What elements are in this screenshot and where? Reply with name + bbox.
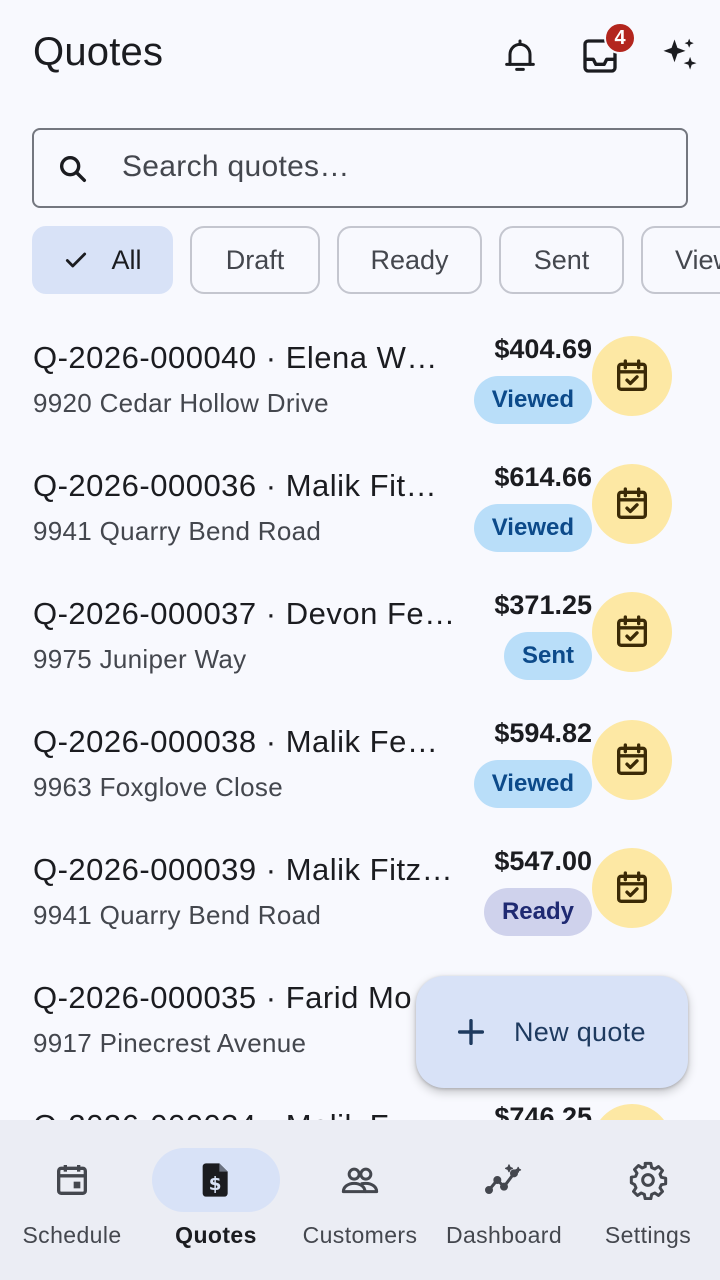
filter-chip-viewed[interactable]: Viewed: [641, 226, 720, 294]
inbox-button[interactable]: 4: [576, 22, 636, 80]
quote-amount: $614.66: [494, 462, 592, 492]
quote-address: 9963 Foxglove Close: [33, 772, 283, 802]
bottom-navigation: Schedule $ Quotes Customers Dashboard Se…: [0, 1120, 720, 1280]
page-title: Quotes: [33, 30, 164, 74]
quote-address: 9941 Quarry Bend Road: [33, 900, 322, 930]
nav-item-dashboard[interactable]: Dashboard: [432, 1120, 576, 1280]
status-badge: Viewed: [473, 504, 592, 552]
notifications-button[interactable]: [496, 32, 544, 80]
event-available-icon: [617, 743, 647, 775]
insights-icon: [485, 1164, 522, 1194]
scheduled-avatar: [592, 848, 672, 928]
quote-row[interactable]: Q-2026-000036 · Malik Fit… 9941 Quarry B…: [0, 440, 720, 568]
nav-label: Dashboard: [445, 1222, 563, 1248]
nav-label: Quotes: [175, 1222, 257, 1248]
quote-title: Q-2026-000034 · Malik F: [33, 1108, 453, 1120]
filter-chip-all[interactable]: All: [32, 226, 173, 294]
quote-row[interactable]: Q-2026-000037 · Devon Fe… 9975 Juniper W…: [0, 568, 720, 696]
event-available-icon: [617, 615, 647, 647]
quote-amount: $746.25: [494, 1102, 592, 1120]
filter-chip-label: Draft: [225, 244, 285, 275]
filter-chip-ready[interactable]: Ready: [337, 226, 482, 294]
status-badge: Ready: [483, 888, 592, 936]
search-input[interactable]: Search quotes…: [122, 150, 350, 184]
people-icon: [341, 1167, 379, 1194]
filter-chip-sent[interactable]: Sent: [499, 226, 624, 294]
filter-chip-label: Viewed: [675, 244, 720, 275]
quote-row[interactable]: Q-2026-000038 · Malik Fe… 9963 Foxglove …: [0, 696, 720, 824]
quote-amount: $371.25: [494, 590, 592, 620]
nav-label: Customers: [302, 1222, 418, 1248]
event-available-icon: [617, 359, 647, 391]
nav-label: Settings: [604, 1222, 692, 1248]
bell-icon: [505, 39, 535, 71]
gear-icon: [629, 1161, 668, 1200]
filter-chip-label: Ready: [370, 244, 449, 275]
scheduled-avatar: [592, 592, 672, 672]
quote-amount: $404.69: [494, 334, 592, 364]
document-dollar-icon: $: [202, 1163, 228, 1197]
quote-title: Q-2026-000040 · Elena W…: [33, 340, 438, 375]
scheduled-avatar: [592, 720, 672, 800]
nav-label: Schedule: [22, 1222, 122, 1248]
scheduled-avatar: [592, 464, 672, 544]
quote-title: Q-2026-000036 · Malik Fit…: [33, 468, 438, 503]
ai-assist-button[interactable]: [656, 32, 704, 80]
quote-address: 9920 Cedar Hollow Drive: [33, 388, 329, 418]
status-badge: Sent: [503, 632, 592, 680]
nav-item-schedule[interactable]: Schedule: [0, 1120, 144, 1280]
filter-chip-label: All: [111, 244, 142, 275]
new-quote-label: New quote: [514, 1016, 646, 1047]
nav-item-customers[interactable]: Customers: [288, 1120, 432, 1280]
new-quote-button[interactable]: New quote: [416, 976, 688, 1088]
svg-text:$: $: [209, 1174, 222, 1195]
filter-chip-label: Sent: [533, 244, 590, 275]
quote-amount: $547.00: [494, 846, 592, 876]
status-filter-chips: All Draft Ready Sent Viewed: [32, 226, 720, 294]
quote-address: 9941 Quarry Bend Road: [33, 516, 322, 546]
quote-title: Q-2026-000038 · Malik Fe…: [33, 724, 439, 759]
quote-title: Q-2026-000039 · Malik Fitz…: [33, 852, 454, 887]
nav-item-settings[interactable]: Settings: [576, 1120, 720, 1280]
calendar-icon: [57, 1165, 87, 1195]
quote-address: 9917 Pinecrest Avenue: [33, 1028, 307, 1058]
event-available-icon: [617, 871, 647, 903]
sparkle-icon: [663, 38, 697, 70]
quote-row[interactable]: Q-2026-000039 · Malik Fitz… 9941 Quarry …: [0, 824, 720, 952]
scheduled-avatar: [592, 336, 672, 416]
scheduled-avatar: [592, 1104, 672, 1120]
filter-chip-draft[interactable]: Draft: [190, 226, 320, 294]
event-available-icon: [617, 487, 647, 519]
status-badge: Viewed: [473, 376, 592, 424]
quote-title: Q-2026-000037 · Devon Fe…: [33, 596, 456, 631]
status-badge: Viewed: [473, 760, 592, 808]
quote-address: 9975 Juniper Way: [33, 644, 247, 674]
quote-amount: $594.82: [494, 718, 592, 748]
check-icon: [63, 247, 89, 273]
quote-row[interactable]: Q-2026-000040 · Elena W… 9920 Cedar Holl…: [0, 312, 720, 440]
app-bar: Quotes 4: [0, 0, 720, 112]
search-icon: [56, 152, 90, 186]
plus-icon: [457, 1018, 485, 1046]
nav-item-quotes[interactable]: $ Quotes: [144, 1120, 288, 1280]
inbox-badge: 4: [604, 22, 636, 54]
search-field[interactable]: Search quotes…: [32, 128, 688, 208]
